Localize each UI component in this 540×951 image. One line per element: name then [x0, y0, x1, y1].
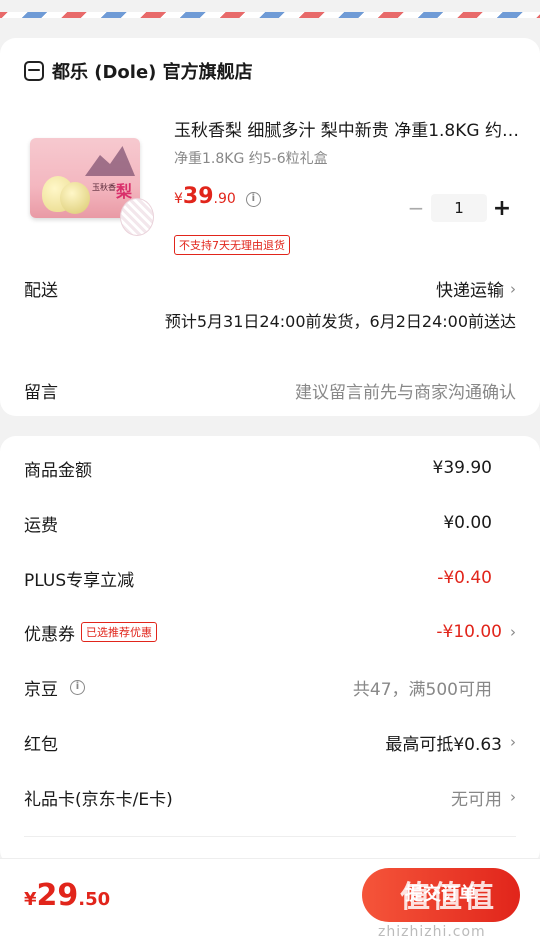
delivery-label: 配送	[24, 281, 58, 301]
box-text: 玉秋香	[92, 183, 116, 192]
total-currency: ¥	[24, 889, 37, 910]
fee-value-wrap: -¥0.40	[437, 568, 516, 588]
chevron-right-icon: ›	[510, 623, 516, 641]
quantity-stepper: − 1 +	[405, 194, 513, 222]
fee-label: 京豆	[24, 679, 58, 700]
fee-label: 商品金额	[24, 460, 92, 481]
total-decimal: .50	[78, 889, 111, 910]
fee-value-wrap: ¥39.90	[433, 458, 516, 478]
fee-value-wrap: -¥10.00 ›	[436, 622, 516, 642]
fee-value: -¥10.00	[436, 622, 502, 642]
chevron-right-icon: ›	[510, 788, 516, 806]
store-name: 都乐 (Dole) 官方旗舰店	[52, 62, 253, 83]
box-big-text: 梨	[116, 182, 133, 201]
product-title[interactable]: 玉秋香梨 细腻多汁 梨中新贵 净重1.8KG 约5-6粒礼盒	[174, 116, 520, 141]
coupon-badge: 已选推荐优惠	[81, 622, 157, 642]
fee-value-wrap: 共47，满500可用	[353, 675, 516, 700]
fee-value: 最高可抵¥0.63	[385, 734, 502, 755]
minus-icon[interactable]: −	[405, 196, 427, 220]
price-currency: ¥	[174, 191, 183, 207]
info-icon[interactable]: i	[70, 679, 85, 695]
fee-value-wrap: ¥0.00	[443, 513, 516, 533]
delivery-method[interactable]: 快递运输 ›	[436, 276, 516, 302]
store-header[interactable]: 都乐 (Dole) 官方旗舰店	[24, 58, 253, 84]
fee-row-hongbao[interactable]: 红包 最高可抵¥0.63 ›	[24, 727, 516, 757]
delivery-method-text: 快递运输	[436, 281, 504, 301]
fee-value: ¥0.00	[443, 513, 492, 533]
airmail-border	[0, 12, 540, 18]
message-label: 留言	[24, 383, 58, 403]
watermark-url: zhizhizhi.com	[378, 924, 486, 940]
fee-row-plus: PLUS专享立减 -¥0.40	[24, 563, 516, 593]
coupon-label-wrap: 优惠券 已选推荐优惠	[24, 620, 157, 645]
order-total: ¥ 29 .50	[24, 878, 110, 913]
message-input[interactable]: 建议留言前先与商家沟通确认	[295, 378, 516, 403]
chevron-right-icon: ›	[510, 733, 516, 751]
fee-value: 共47，满500可用	[352, 679, 492, 700]
fee-label: 礼品卡(京东卡/E卡)	[24, 789, 173, 810]
store-icon	[24, 61, 44, 81]
fee-row-coupon[interactable]: 优惠券 已选推荐优惠 -¥10.00 ›	[24, 617, 516, 647]
fee-label: 红包	[24, 734, 58, 755]
fee-value-wrap: 无可用 ›	[451, 785, 516, 810]
fee-row-shipping: 运费 ¥0.00	[24, 508, 516, 538]
total-integer: 29	[36, 878, 79, 913]
fee-value: 无可用	[451, 789, 502, 810]
pear-graphic	[60, 182, 90, 214]
product-price: ¥ 39 .90 i	[174, 184, 261, 209]
jingdou-label-wrap: 京豆 i	[24, 675, 85, 700]
netted-pear-graphic	[120, 198, 154, 236]
divider	[24, 836, 516, 837]
info-icon[interactable]: i	[245, 192, 261, 207]
no-return-badge: 不支持7天无理由退货	[174, 235, 290, 255]
product-image[interactable]: 玉秋香 梨	[24, 128, 158, 238]
fee-value-wrap: 最高可抵¥0.63 ›	[385, 730, 516, 755]
plus-icon[interactable]: +	[491, 196, 513, 221]
product-spec: 净重1.8KG 约5-6粒礼盒	[174, 151, 328, 167]
delivery-estimate: 预计5月31日24:00前发货，6月2日24:00前送达	[164, 312, 516, 331]
fee-label: 运费	[24, 515, 58, 536]
price-decimal: .90	[213, 191, 236, 207]
fee-label: 优惠券	[24, 624, 75, 645]
watermark-logo: 值值值	[400, 880, 496, 915]
chevron-right-icon: ›	[510, 279, 516, 298]
fee-value: -¥0.40	[437, 568, 492, 588]
fee-label: PLUS专享立减	[24, 570, 135, 591]
fee-value: ¥39.90	[432, 458, 492, 478]
fee-row-giftcard[interactable]: 礼品卡(京东卡/E卡) 无可用 ›	[24, 782, 516, 812]
fee-row-jingdou: 京豆 i 共47，满500可用	[24, 672, 516, 702]
price-integer: 39	[182, 184, 214, 209]
fee-row-goods: 商品金额 ¥39.90	[24, 453, 516, 483]
quantity-input[interactable]: 1	[431, 194, 487, 222]
